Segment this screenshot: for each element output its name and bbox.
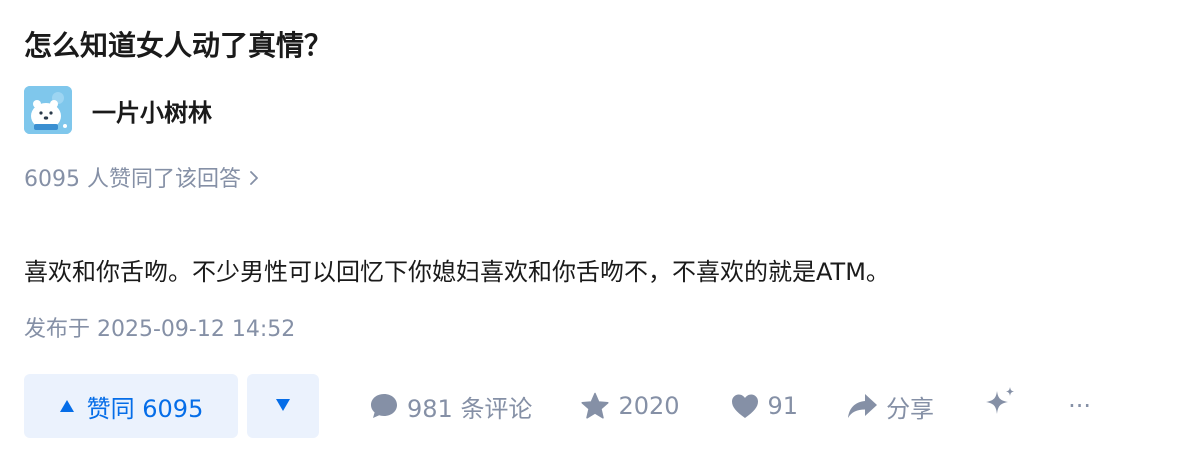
- author-avatar[interactable]: [24, 86, 72, 134]
- favorite-button[interactable]: 2020: [580, 392, 680, 420]
- action-bar: 赞同 6095 981 条评论 2020 91 分享 ···: [24, 374, 1091, 438]
- chevron-right-icon: [249, 162, 259, 198]
- comment-label: 981 条评论: [407, 394, 533, 423]
- upvote-button[interactable]: 赞同 6095: [24, 374, 238, 438]
- more-dots-icon: ···: [1068, 392, 1091, 420]
- question-title[interactable]: 怎么知道女人动了真情？: [24, 24, 332, 68]
- star-icon: [580, 392, 610, 420]
- voters-count-text: 6095 人赞同了该回答: [24, 167, 241, 192]
- ai-sparkle-button[interactable]: [982, 385, 1018, 427]
- author-name[interactable]: 一片小树林: [92, 93, 212, 128]
- answer-card: 怎么知道女人动了真情？ 一片小树林 6095 人赞同了该回答 喜欢和你舌吻。不少…: [24, 0, 1168, 456]
- upvote-label: 赞同 6095: [86, 394, 204, 423]
- comment-button[interactable]: 981 条评论: [369, 389, 532, 424]
- share-button[interactable]: 分享: [846, 389, 934, 424]
- triangle-up-icon: [59, 399, 75, 413]
- share-arrow-icon: [846, 392, 878, 420]
- heart-icon: [730, 392, 760, 420]
- share-label: 分享: [886, 394, 935, 423]
- triangle-down-icon: [275, 397, 291, 416]
- more-options-button[interactable]: ···: [1068, 392, 1091, 420]
- author-info: 一片小树林: [24, 86, 212, 134]
- comment-bubble-icon: [369, 392, 399, 420]
- downvote-button[interactable]: [247, 374, 319, 438]
- answer-content: 喜欢和你舌吻。不少男性可以回忆下你媳妇喜欢和你舌吻不，不喜欢的就是ATM。: [24, 258, 890, 286]
- favorite-count: 2020: [618, 392, 680, 420]
- like-button[interactable]: 91: [730, 392, 799, 420]
- publish-time: 发布于 2025-09-12 14:52: [24, 317, 296, 342]
- sparkle-icon: [982, 385, 1018, 427]
- voters-link[interactable]: 6095 人赞同了该回答: [24, 162, 259, 198]
- polar-bear-avatar-icon: [24, 86, 72, 134]
- like-count: 91: [767, 392, 799, 420]
